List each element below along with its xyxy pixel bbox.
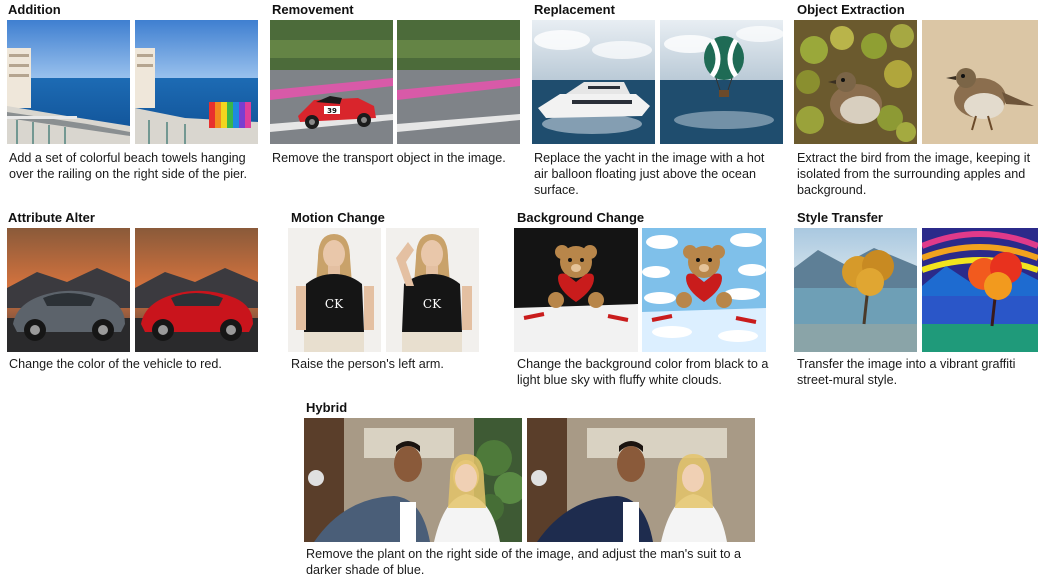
shirt-logo: CK xyxy=(325,297,344,311)
panel-title: Object Extraction xyxy=(797,2,905,17)
motion-after-image: CK xyxy=(386,228,479,352)
panel-caption: Change the background color from black t… xyxy=(517,357,769,387)
background-before-image xyxy=(514,228,638,352)
panel-caption: Raise the person's left arm. xyxy=(291,357,444,371)
panel-caption: Transfer the image into a vibrant graffi… xyxy=(797,357,1016,387)
panel-title: Removement xyxy=(272,2,354,17)
panel-title: Replacement xyxy=(534,2,615,17)
car-number: 39 xyxy=(327,107,337,115)
replacement-after-image xyxy=(660,20,783,144)
panel-title: Addition xyxy=(8,2,61,17)
style-before-image xyxy=(794,228,917,352)
panel-caption: Change the color of the vehicle to red. xyxy=(9,357,222,371)
shirt-logo: CK xyxy=(423,297,442,311)
panel-caption: Remove the plant on the right side of th… xyxy=(306,547,742,577)
removement-after-image xyxy=(397,20,520,144)
motion-before-image: CK xyxy=(288,228,381,352)
style-after-image xyxy=(922,228,1038,352)
panel-title: Motion Change xyxy=(291,210,385,225)
panel-title: Style Transfer xyxy=(797,210,883,225)
panel-caption: Remove the transport object in the image… xyxy=(272,151,506,165)
attribute-before-image xyxy=(7,228,130,352)
hybrid-after-image xyxy=(527,418,755,542)
panel-title: Hybrid xyxy=(306,400,348,415)
panel-caption: Add a set of colorful beach towels hangi… xyxy=(9,151,248,181)
panel-caption: Extract the bird from the image, keeping… xyxy=(797,151,1031,197)
extraction-before-image xyxy=(794,20,917,144)
background-after-image xyxy=(642,228,766,352)
addition-before-image xyxy=(7,20,130,144)
panel-title: Background Change xyxy=(517,210,645,225)
extraction-after-image xyxy=(922,20,1038,144)
panel-title: Attribute Alter xyxy=(8,210,95,225)
replacement-before-image xyxy=(532,20,655,144)
addition-after-image xyxy=(135,20,258,144)
panel-caption: Replace the yacht in the image with a ho… xyxy=(534,151,765,197)
attribute-after-image xyxy=(135,228,258,352)
removement-before-image: 39 xyxy=(270,20,393,144)
hybrid-before-image xyxy=(304,418,522,542)
